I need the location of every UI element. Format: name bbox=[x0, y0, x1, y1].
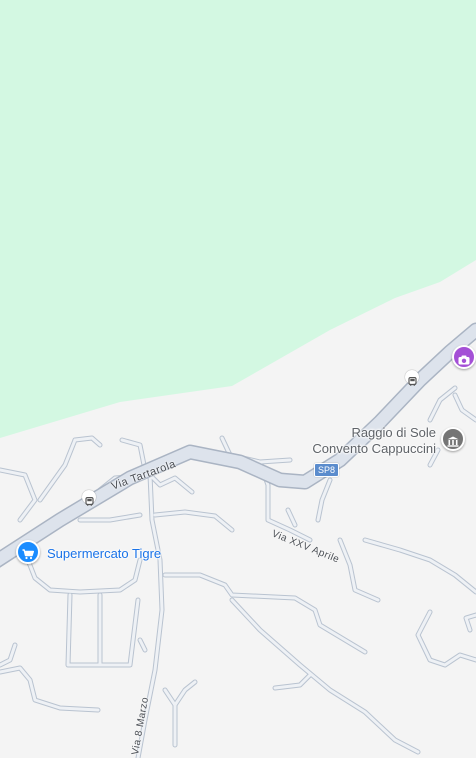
bus-stop-2[interactable] bbox=[405, 370, 419, 386]
convent-label[interactable]: Raggio di Sole Convento Cappuccini bbox=[300, 425, 436, 457]
bus-icon bbox=[84, 493, 94, 506]
viewpoint-marker[interactable] bbox=[452, 345, 476, 369]
supermarket-label[interactable]: Supermercato Tigre bbox=[47, 547, 161, 560]
supermarket-marker[interactable] bbox=[16, 540, 40, 564]
bus-stop-1[interactable] bbox=[82, 490, 96, 506]
convent-label-line2: Convento Cappuccini bbox=[312, 441, 436, 456]
route-shield-sp8[interactable]: SP8 bbox=[314, 463, 340, 477]
shopping-cart-icon bbox=[22, 547, 34, 559]
bus-icon bbox=[407, 373, 417, 386]
convent-marker[interactable] bbox=[441, 427, 465, 451]
park-area bbox=[0, 0, 476, 438]
museum-icon bbox=[447, 434, 459, 447]
map-canvas[interactable]: Raggio di Sole Convento Cappuccini Super… bbox=[0, 0, 476, 758]
camera-icon bbox=[458, 352, 470, 365]
convent-label-line1: Raggio di Sole bbox=[351, 425, 436, 440]
